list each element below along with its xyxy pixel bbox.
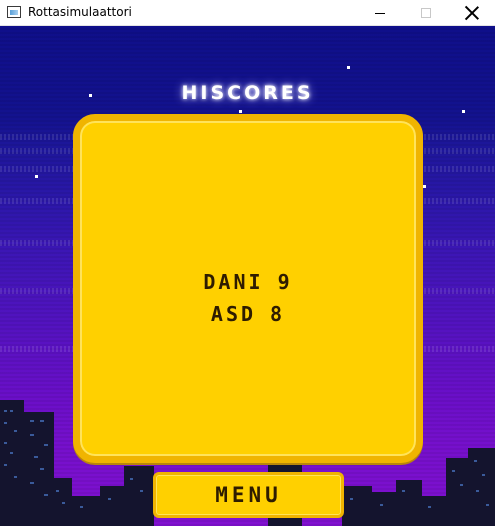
star xyxy=(423,185,426,188)
hiscore-entry: DANI 9 xyxy=(80,266,416,298)
star xyxy=(462,110,465,113)
minimize-button[interactable] xyxy=(357,0,403,26)
hiscore-value: 8 xyxy=(270,302,286,326)
window-title: Rottasimulaattori xyxy=(28,5,132,19)
hiscore-entry: ASD 8 xyxy=(80,298,416,330)
star xyxy=(347,66,350,69)
hiscore-player-name: ASD xyxy=(210,302,257,326)
hiscore-player-name: DANI xyxy=(203,270,264,294)
hiscores-heading: HISCORES xyxy=(181,82,314,104)
menu-button[interactable]: MENU xyxy=(153,472,344,518)
maximize-icon xyxy=(421,8,431,18)
app-window-icon xyxy=(7,6,21,18)
star xyxy=(239,110,242,113)
maximize-button[interactable] xyxy=(403,0,449,26)
game-scene: HISCORES DANI 9 ASD 8 MENU xyxy=(0,26,495,526)
window-titlebar: Rottasimulaattori xyxy=(0,0,495,26)
close-button[interactable] xyxy=(449,0,495,26)
hiscore-panel: DANI 9 ASD 8 xyxy=(73,114,423,463)
close-icon xyxy=(465,6,479,20)
star xyxy=(35,175,38,178)
hiscore-value: 9 xyxy=(277,270,293,294)
hiscore-list: DANI 9 ASD 8 xyxy=(80,266,416,330)
minimize-icon xyxy=(375,12,385,14)
